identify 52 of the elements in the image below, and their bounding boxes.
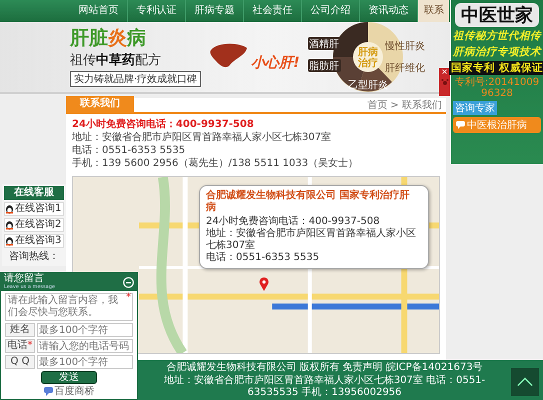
map-pin-icon [259,277,269,291]
popup-title: 合肥诚耀发生物科技有限公司 国家专利治疗肝病 [206,190,410,214]
ad-logo: 中医世家 [455,3,539,27]
input-field[interactable]: 最多100个字符 [37,355,133,369]
required-mark: * [126,293,131,303]
send-button[interactable]: 发送 [41,371,97,384]
close-button[interactable]: × [439,68,450,96]
contact-line: 地址：安徽省合肥市庐阳区胃首路幸福人家小区七栋307室 [72,131,332,144]
ad-slogan: 祖传秘方世代相传 [453,29,541,43]
hotline-label: 咨询热线： [8,250,60,264]
liver-caption: 小心肝! [251,54,300,72]
breadcrumb[interactable]: 首页 > 联系我们 [367,98,446,112]
hotline-text: 24小时免费咨询电话：400-9937-508 [72,118,255,131]
field-label: Q Q [5,355,35,369]
chat-link[interactable]: 在线咨询3 [4,234,64,248]
footer-text: 合肥诚耀发生物科技有限公司 版权所有 免责声明 皖ICP备14021673号 [166,362,483,374]
input-field[interactable]: 最多100个字符 [37,323,133,337]
banner-subtitle: 祖传中草药配方 [70,52,162,68]
chat-bubble-icon [456,121,465,129]
footer-text: 地址：安徽省合肥市庐阳区胃首路幸福人家小区七栋307室 电话：0551-63535535 手机：13956002956 [162,374,486,398]
wheel-label: 肝纤维化 [384,63,425,74]
wheel-label: 脂肪肝 [308,61,339,72]
brand-text: 百度商桥 [54,386,94,397]
field-label: 电话* [5,339,35,353]
wheel-label: 酒精肝 [308,39,339,50]
message-title: 请您留言 [4,274,45,284]
chat-link[interactable]: 在线咨询2 [4,218,64,232]
field-label: 姓名 [5,323,35,337]
back-to-top-button[interactable] [511,368,539,396]
banner-headline: 肝脏炎病 [70,28,147,48]
contact-line: 手机：139 5600 2956（葛先生）/138 5511 1033（吴女士） [72,157,360,170]
ad-guarantee: 国家专利 权威保证 [449,61,543,75]
wheel-label: 慢性肝炎 [384,41,425,52]
nav-tab[interactable]: 联系 [418,0,449,22]
input-field[interactable]: 请输入您的电话号码 [37,339,133,353]
ad-slogan: 肝病治疗专项技术 [453,45,541,59]
banner-slogan: 实力铸就品牌·疗效成就口碑 [70,70,202,86]
contact-line: 电话：0551-6353 5535 [72,144,186,157]
chat-bubble-icon [44,387,52,396]
popup-line: 电话：0551-6353 5535 [206,252,320,264]
service-title: 在线客服 [4,186,64,200]
wheel-label: 乙型肝炎 [348,80,388,91]
chevron-up-icon [517,377,533,387]
wheel-center-label: 治疗 [358,58,378,69]
chat-link[interactable]: 在线咨询1 [4,202,64,216]
minimize-icon[interactable] [123,276,134,288]
consult-link[interactable]: 咨询专家 [453,101,497,115]
patent-number: 专利号:2014100996328 [454,77,540,99]
popup-line: 地址：安徽省合肥市庐阳区胃首路幸福人家小区七栋307室 [206,228,417,252]
wheel-center-label: 肝病 [358,47,378,58]
paw-icon [440,78,448,86]
popup-line: 24小时免费咨询电话：400-9937-508 [206,216,381,228]
